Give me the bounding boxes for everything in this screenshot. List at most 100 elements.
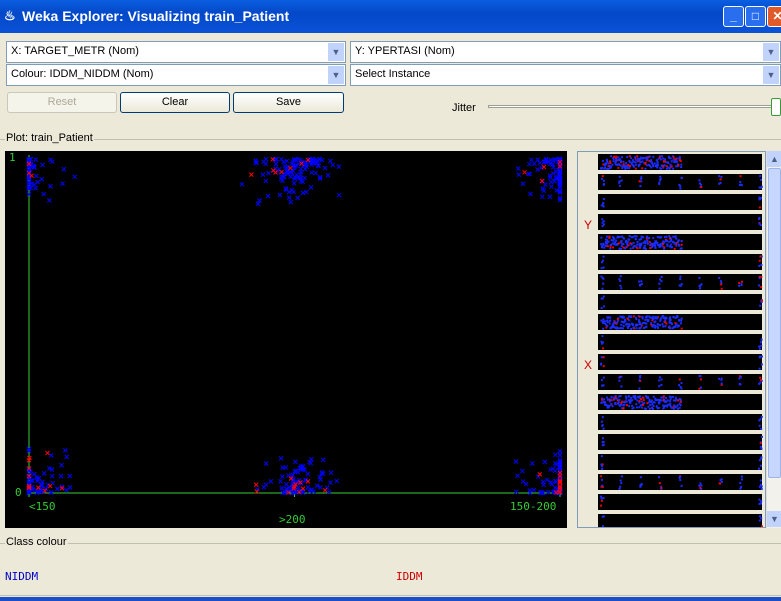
data-point-niddm <box>72 174 78 180</box>
strip-point <box>677 399 680 402</box>
strip-point <box>644 242 647 245</box>
scroll-up-button[interactable]: ▲ <box>767 151 781 167</box>
data-point-niddm <box>304 189 309 195</box>
strip-point <box>759 442 762 445</box>
strip-point <box>601 467 604 470</box>
attribute-strip[interactable] <box>598 214 762 230</box>
minimize-button[interactable]: _ <box>723 6 744 27</box>
strip-point <box>675 237 678 240</box>
strip-point <box>647 396 650 399</box>
legend-niddm[interactable]: NIDDM <box>5 570 38 583</box>
data-point-niddm <box>280 178 285 184</box>
strip-point <box>758 467 761 470</box>
data-point-niddm <box>305 484 311 490</box>
strip-scrollbar[interactable]: ▲ ▼ <box>766 151 781 528</box>
strip-point <box>665 322 668 325</box>
strip-point <box>602 259 605 262</box>
strip-point <box>658 385 661 388</box>
strip-point <box>661 323 664 326</box>
strip-point <box>719 479 722 482</box>
y-axis-select[interactable]: Y: YPERTASI (Nom) ▼ <box>350 41 781 63</box>
strip-point <box>759 381 762 384</box>
x-tick-label: <150 <box>29 500 56 513</box>
strip-point <box>606 321 609 324</box>
strip-point <box>758 519 761 522</box>
strip-point <box>698 276 701 279</box>
jitter-slider-track[interactable] <box>488 105 778 108</box>
strip-point <box>635 403 638 406</box>
java-cup-icon: ♨ <box>4 8 16 23</box>
strip-point <box>651 246 654 249</box>
strip-point <box>601 287 604 290</box>
jitter-label: Jitter <box>452 102 476 114</box>
attribute-strip[interactable] <box>598 254 762 270</box>
strip-point <box>610 239 613 242</box>
data-point-iddm <box>322 487 328 493</box>
attribute-strip[interactable] <box>598 414 762 430</box>
scroll-down-button[interactable]: ▼ <box>767 511 781 527</box>
clear-button[interactable]: Clear <box>120 92 230 113</box>
strip-point <box>640 244 643 247</box>
strip-point <box>655 242 658 245</box>
strip-point <box>632 406 635 409</box>
reset-button[interactable]: Reset <box>7 92 117 113</box>
strip-point <box>601 246 604 249</box>
window-title: Weka Explorer: Visualizing train_Patient <box>22 8 290 24</box>
strip-point <box>738 382 741 385</box>
attribute-strip[interactable] <box>598 334 762 350</box>
strip-point <box>672 158 675 161</box>
scatter-plot[interactable]: 1 0 <150 >200 150-200 <box>5 151 567 528</box>
attribute-strip[interactable] <box>598 454 762 470</box>
close-button[interactable]: ✕ <box>767 6 781 27</box>
strip-point <box>758 206 761 209</box>
strip-point <box>673 404 676 407</box>
strip-point <box>659 167 662 170</box>
jitter-slider-thumb[interactable] <box>771 98 781 116</box>
attribute-strip[interactable] <box>598 514 762 528</box>
strip-point <box>669 400 672 403</box>
strip-point <box>699 386 702 389</box>
strip-point <box>699 284 702 287</box>
data-point-niddm <box>300 190 306 196</box>
scroll-thumb[interactable] <box>768 168 781 478</box>
strip-point <box>642 236 645 239</box>
select-instance-select[interactable]: Select Instance ▼ <box>350 64 781 86</box>
maximize-button[interactable]: □ <box>745 6 766 27</box>
chevron-down-icon: ▼ <box>328 66 344 84</box>
data-point-niddm <box>530 460 535 466</box>
strip-point <box>641 160 644 163</box>
attribute-strip[interactable] <box>598 194 762 210</box>
attribute-strip-panel[interactable]: Y X <box>577 151 766 528</box>
data-point-niddm <box>313 170 318 176</box>
attribute-strip[interactable] <box>598 354 762 370</box>
strip-point <box>636 323 639 326</box>
strip-point <box>739 180 742 183</box>
strip-point <box>639 476 642 479</box>
strip-point <box>680 243 683 246</box>
strip-point <box>759 418 762 421</box>
data-point-niddm <box>523 481 529 487</box>
data-point-iddm <box>522 169 527 175</box>
save-button[interactable]: Save <box>233 92 344 113</box>
data-point-niddm <box>260 172 266 177</box>
data-point-niddm <box>544 477 550 483</box>
attribute-strip[interactable] <box>598 294 762 310</box>
data-point-niddm <box>330 162 336 168</box>
legend-iddm[interactable]: IDDM <box>396 570 423 583</box>
attribute-strip[interactable] <box>598 434 762 450</box>
strip-point <box>660 155 663 158</box>
strip-point <box>758 259 761 262</box>
strip-point <box>661 245 664 248</box>
strip-point <box>666 161 669 164</box>
strip-point <box>602 437 605 440</box>
strip-point <box>600 204 603 207</box>
x-axis-select[interactable]: X: TARGET_METR (Nom) ▼ <box>6 41 346 63</box>
strip-point <box>604 403 607 406</box>
strip-point <box>670 239 673 242</box>
strip-point <box>621 165 624 168</box>
strip-point <box>619 284 622 287</box>
colour-select[interactable]: Colour: IDDM_NIDDM (Nom) ▼ <box>6 64 346 86</box>
attribute-strip[interactable] <box>598 494 762 510</box>
strip-point <box>612 160 615 163</box>
strip-point <box>652 323 655 326</box>
